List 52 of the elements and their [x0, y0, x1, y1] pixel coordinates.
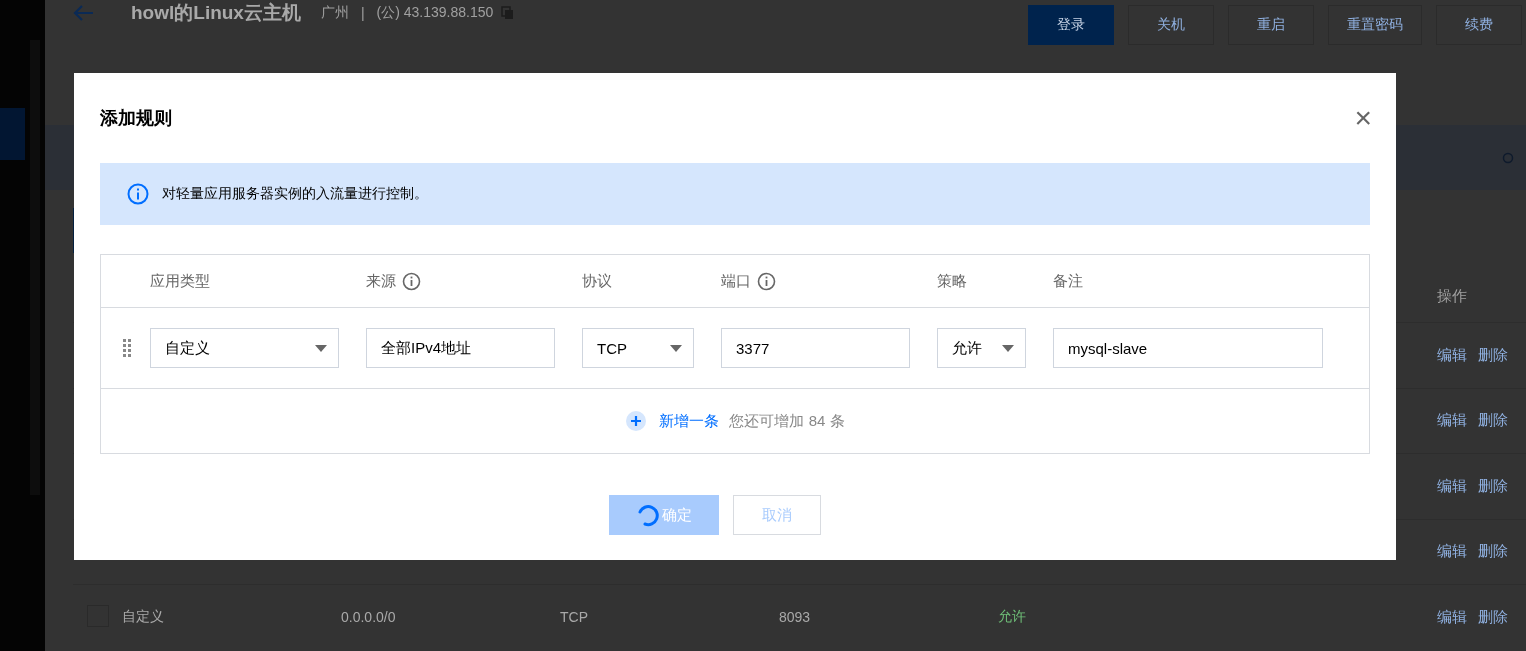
info-icon	[127, 183, 149, 205]
drag-handle-icon[interactable]	[121, 338, 132, 358]
caret-icon	[1002, 344, 1014, 352]
region-label: 广州	[320, 4, 349, 22]
caret-icon	[670, 344, 682, 352]
select-field[interactable]: TCP	[582, 328, 694, 368]
action-link[interactable]: 编辑	[1437, 542, 1467, 562]
action-link[interactable]: 删除	[1478, 411, 1508, 431]
header-button[interactable]: 关机	[1128, 5, 1214, 45]
column-header: 操作	[1437, 286, 1468, 306]
info-text: 对轻量应用服务器实例的入流量进行控制。	[162, 185, 428, 203]
action-link[interactable]: 编辑	[1437, 345, 1467, 365]
remaining-hint: 您还可增加 84 条	[729, 411, 845, 431]
spinner-icon	[636, 503, 660, 527]
ip-address: (公) 43.139.88.150	[376, 4, 494, 22]
circle-icon	[1502, 151, 1514, 164]
add-icon[interactable]	[625, 410, 648, 432]
action-link[interactable]: 编辑	[1437, 411, 1467, 431]
header-button[interactable]: 重启	[1228, 5, 1314, 45]
column-header: 协议	[582, 271, 612, 291]
instance-title: howl的Linux云主机	[131, 1, 301, 25]
select-field[interactable]: 自定义	[150, 328, 339, 368]
close-button[interactable]: ×	[1354, 103, 1372, 133]
info-icon[interactable]	[402, 271, 421, 291]
table-cell: TCP	[560, 609, 588, 626]
table-cell: 允许	[998, 608, 1026, 625]
info-icon[interactable]	[757, 271, 776, 291]
dialog-title: 添加规则	[100, 107, 172, 130]
table-cell: 0.0.0.0/0	[341, 609, 396, 626]
action-link[interactable]: 删除	[1478, 345, 1508, 365]
column-header: 备注	[1053, 271, 1083, 291]
input-field[interactable]: 3377	[721, 328, 910, 368]
action-link[interactable]: 删除	[1478, 476, 1508, 496]
header-button[interactable]: 重置密码	[1328, 5, 1422, 45]
input-field[interactable]: mysql-slave	[1053, 328, 1323, 368]
input-field[interactable]: 全部IPv4地址	[366, 328, 555, 368]
action-link[interactable]: 删除	[1478, 542, 1508, 562]
add-row-link[interactable]: 新增一条	[659, 411, 720, 431]
select-field[interactable]: 允许	[937, 328, 1026, 368]
table-cell: 8093	[779, 609, 811, 626]
column-header: 端口	[721, 271, 751, 291]
column-header: 策略	[937, 271, 967, 291]
table-cell: 自定义	[122, 608, 164, 625]
action-link[interactable]: 编辑	[1437, 607, 1467, 627]
column-header: 来源	[366, 271, 396, 291]
action-link[interactable]: 编辑	[1437, 476, 1467, 496]
column-header: 应用类型	[150, 271, 210, 291]
header-button[interactable]: 登录	[1028, 5, 1114, 45]
action-link[interactable]: 删除	[1478, 607, 1508, 627]
separator: |	[360, 5, 365, 21]
header-button[interactable]: 续费	[1436, 5, 1522, 45]
caret-icon	[315, 344, 327, 352]
